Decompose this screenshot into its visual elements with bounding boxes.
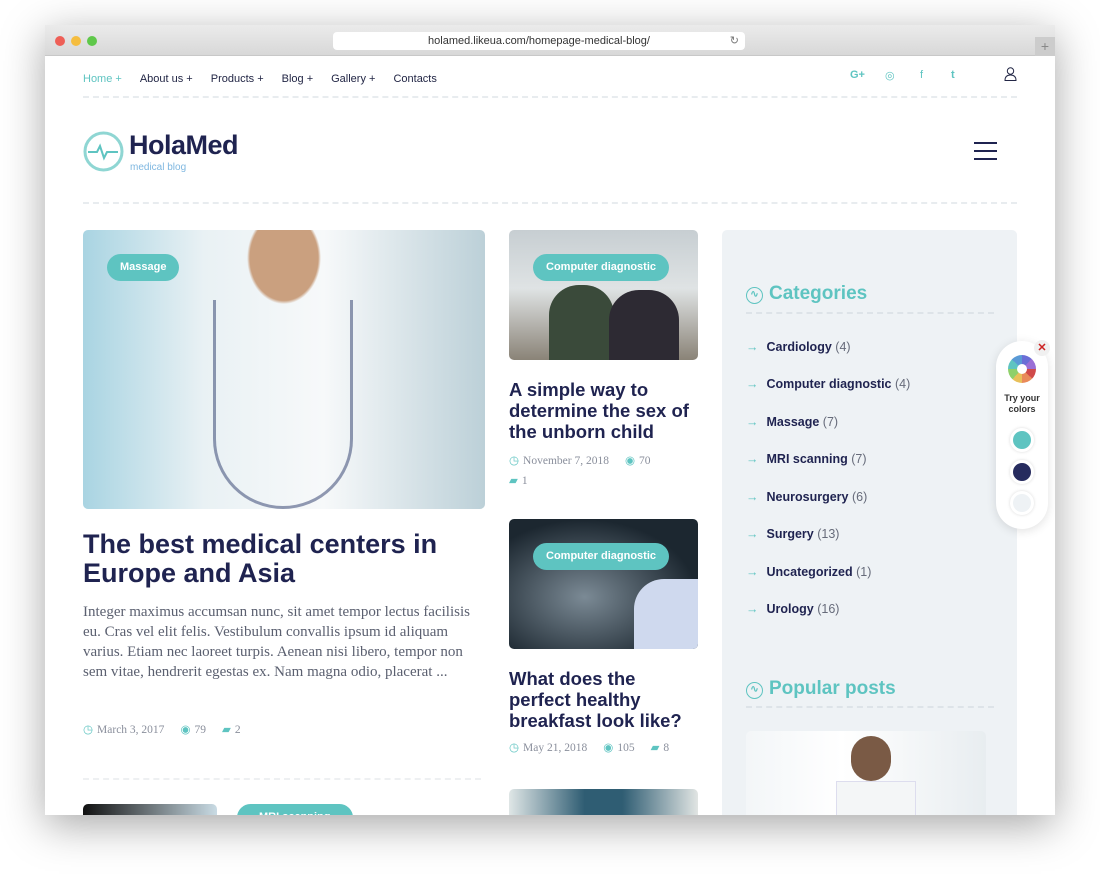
post-comments[interactable]: ▰ 8	[651, 742, 670, 754]
category-link[interactable]: → Urology (16)	[746, 602, 839, 616]
swatch-navy[interactable]	[1010, 460, 1034, 484]
arrow-right-icon: →	[746, 452, 759, 466]
logo-name: HolaMed	[129, 130, 239, 160]
divider	[746, 706, 994, 708]
arrow-right-icon: →	[746, 490, 759, 504]
post-views: ◉ 70	[624, 455, 651, 467]
post-title[interactable]: The best medical centers in Europe and A…	[83, 530, 483, 588]
nav-home[interactable]: Home +	[83, 73, 122, 85]
color-picker-widget: ✕ Try your colors	[996, 340, 1050, 529]
nav-gallery[interactable]: Gallery +	[331, 73, 375, 85]
post-views: ◉ 105	[603, 742, 635, 754]
arrow-right-icon: →	[746, 602, 759, 616]
eye-icon: ◉	[180, 724, 191, 736]
sidebar: ∿ Categories → Cardiology (4) → Computer di…	[722, 230, 1017, 815]
arrow-right-icon: →	[746, 527, 759, 541]
url-text: holamed.likeua.com/homepage-medical-blog…	[428, 35, 650, 47]
logo-heartbeat-icon	[83, 131, 124, 172]
instagram-icon[interactable]: ◎	[885, 69, 895, 82]
category-link[interactable]: → Surgery (13)	[746, 527, 839, 541]
arrow-right-icon: →	[746, 377, 759, 391]
post-meta: ◷ March 3, 2017 ◉ 79 ▰ 2	[83, 722, 257, 736]
logo-tagline: medical blog	[130, 162, 187, 173]
swatch-light[interactable]	[1010, 491, 1034, 515]
hamburger-menu-icon[interactable]	[974, 142, 997, 160]
post-image[interactable]	[509, 789, 698, 815]
clock-icon: ◷	[83, 724, 94, 736]
heartbeat-icon: ∿	[746, 287, 763, 304]
arrow-right-icon: →	[746, 415, 759, 429]
browser-window: holamed.likeua.com/homepage-medical-blog…	[45, 25, 1055, 815]
divider	[83, 778, 481, 780]
category-link[interactable]: → Cardiology (4)	[746, 340, 851, 354]
post-meta: ◷ May 21, 2018 ◉ 105 ▰ 8	[509, 740, 709, 754]
swatch-teal[interactable]	[1010, 428, 1034, 452]
nav-products[interactable]: Products +	[211, 73, 264, 85]
arrow-right-icon: →	[746, 565, 759, 579]
categories-title: ∿ Categories	[746, 283, 867, 305]
post-date: ◷ March 3, 2017	[83, 724, 165, 736]
post-tag[interactable]: MRI scanning	[237, 804, 353, 815]
post-date: ◷ May 21, 2018	[509, 742, 588, 754]
category-link[interactable]: → Neurosurgery (6)	[746, 490, 867, 504]
post-tag[interactable]: Computer diagnostic	[533, 254, 670, 281]
divider	[83, 202, 1017, 204]
post-tag[interactable]: Massage	[107, 254, 180, 281]
nav-contacts[interactable]: Contacts	[393, 73, 436, 85]
comments-icon: ▰	[509, 475, 518, 487]
divider	[83, 96, 1017, 98]
comments-icon: ▰	[221, 724, 231, 736]
nav-about[interactable]: About us +	[140, 73, 193, 85]
facebook-icon[interactable]: f	[920, 69, 923, 81]
close-icon[interactable]: ✕	[1034, 340, 1050, 356]
post-views: ◉ 79	[180, 724, 206, 736]
post-comments[interactable]: ▰ 2	[222, 724, 241, 736]
web-page: Home + About us + Products + Blog + Gallery …	[45, 56, 1055, 815]
eye-icon: ◉	[624, 455, 636, 467]
post-tag[interactable]: Computer diagnostic	[533, 543, 670, 570]
google-plus-icon[interactable]: G+	[850, 69, 865, 81]
eye-icon: ◉	[603, 742, 614, 754]
twitter-icon[interactable]: t	[951, 69, 955, 81]
picker-label: Try your colors	[1004, 393, 1040, 414]
popular-posts-title: ∿ Popular posts	[746, 678, 896, 700]
post-comments[interactable]: ▰ 1	[509, 475, 528, 487]
close-window-button[interactable]	[55, 36, 65, 46]
logo[interactable]: HolaMed medical blog	[83, 130, 253, 176]
top-nav: Home + About us + Products + Blog + Gallery …	[83, 69, 455, 87]
browser-toolbar: holamed.likeua.com/homepage-medical-blog…	[45, 25, 1055, 56]
reload-icon[interactable]: ↻	[730, 32, 739, 50]
category-link[interactable]: → MRI scanning (7)	[746, 452, 867, 466]
post-title[interactable]: What does the perfect healthy breakfast …	[509, 668, 699, 731]
post-title[interactable]: A simple way to determine the sex of the…	[509, 379, 699, 442]
category-link[interactable]: → Massage (7)	[746, 415, 838, 429]
maximize-window-button[interactable]	[87, 36, 97, 46]
minimize-window-button[interactable]	[71, 36, 81, 46]
category-link[interactable]: → Computer diagnostic (4)	[746, 377, 910, 391]
address-bar[interactable]: holamed.likeua.com/homepage-medical-blog…	[333, 32, 745, 50]
post-meta: ◷ November 7, 2018 ◉ 70 ▰ 1	[509, 451, 699, 491]
heartbeat-icon: ∿	[746, 682, 763, 699]
clock-icon: ◷	[509, 455, 520, 467]
user-icon[interactable]	[1004, 67, 1017, 81]
post-excerpt: Integer maximus accumsan nunc, sit amet …	[83, 604, 470, 680]
arrow-right-icon: →	[746, 340, 759, 354]
post-image[interactable]	[83, 804, 217, 815]
new-tab-button[interactable]: +	[1035, 37, 1055, 56]
category-link[interactable]: → Uncategorized (1)	[746, 565, 871, 579]
clock-icon: ◷	[509, 742, 520, 754]
post-image-couple[interactable]	[509, 230, 698, 360]
comments-icon: ▰	[650, 742, 660, 754]
color-wheel-icon[interactable]	[1008, 355, 1036, 383]
popular-post-image[interactable]	[746, 731, 986, 815]
post-date: ◷ November 7, 2018	[509, 455, 609, 467]
divider	[746, 312, 994, 314]
nav-blog[interactable]: Blog +	[282, 73, 314, 85]
post-image-xray[interactable]	[509, 519, 698, 649]
